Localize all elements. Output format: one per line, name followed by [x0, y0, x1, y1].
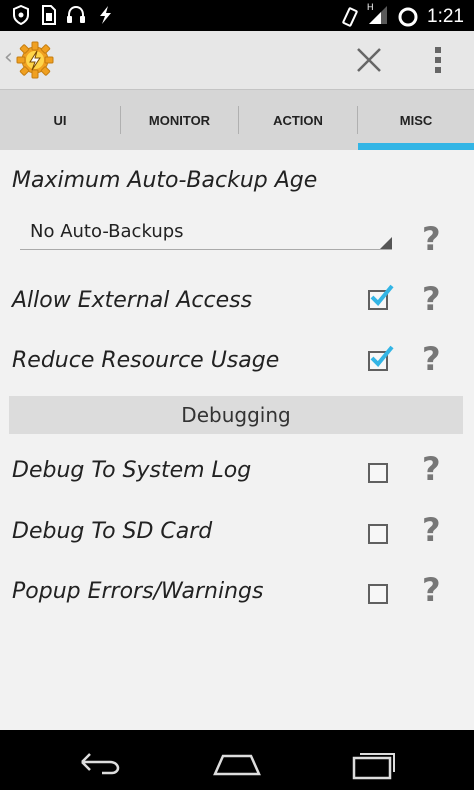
back-chevron-icon[interactable]: ‹ [4, 45, 13, 70]
signal-indicator: H [367, 2, 389, 30]
tab-action[interactable]: ACTION [239, 90, 357, 150]
tab-ui[interactable]: UI [0, 90, 120, 150]
debug-sd-card-help-icon[interactable]: ? [422, 511, 441, 549]
allow-external-access-checkbox[interactable] [368, 284, 394, 310]
debug-sd-card-checkbox[interactable] [368, 524, 388, 544]
allow-external-access-help-icon[interactable]: ? [422, 280, 441, 318]
clock: 1:21 [427, 6, 464, 27]
close-icon[interactable] [354, 45, 384, 75]
debug-system-log-checkbox[interactable] [368, 463, 388, 483]
notification-icons [12, 5, 114, 25]
max-backup-age-help-icon[interactable]: ? [422, 220, 441, 258]
max-backup-age-label: Maximum Auto-Backup Age [12, 168, 318, 193]
bolt-icon [100, 6, 111, 24]
overflow-menu-icon[interactable] [430, 45, 446, 75]
max-backup-age-dropdown[interactable]: No Auto-Backups [20, 220, 392, 250]
navigation-bar [0, 730, 474, 790]
debugging-section-header: Debugging [9, 396, 463, 434]
tab-monitor[interactable]: MONITOR [121, 90, 238, 150]
reduce-resource-usage-help-icon[interactable]: ? [422, 340, 441, 378]
dropdown-arrow-icon [380, 237, 392, 249]
debugging-section-title: Debugging [181, 403, 291, 427]
checkmark-icon [370, 345, 394, 367]
popup-errors-checkbox[interactable] [368, 584, 388, 604]
selected-tab-indicator [358, 143, 474, 150]
vibrate-icon [342, 7, 358, 27]
reduce-resource-usage-label: Reduce Resource Usage [12, 348, 280, 373]
sim-icon [42, 5, 56, 25]
nav-back-icon[interactable] [68, 742, 128, 782]
reduce-resource-usage-checkbox[interactable] [368, 345, 394, 371]
popup-errors-label: Popup Errors/Warnings [12, 579, 264, 604]
allow-external-access-label: Allow External Access [12, 288, 253, 313]
headphones-icon [67, 5, 85, 23]
debug-system-log-label: Debug To System Log [12, 458, 252, 483]
status-bar: H 1:21 [0, 0, 474, 31]
shield-icon [13, 5, 29, 25]
signal-badge: H [367, 2, 374, 12]
debug-system-log-help-icon[interactable]: ? [422, 450, 441, 488]
alarm-icon [398, 7, 418, 27]
max-backup-age-value: No Auto-Backups [30, 221, 184, 242]
tab-misc[interactable]: MISC [358, 90, 474, 150]
nav-home-icon[interactable] [207, 742, 267, 782]
popup-errors-help-icon[interactable]: ? [422, 571, 441, 609]
debug-sd-card-label: Debug To SD Card [12, 519, 213, 544]
system-icons: H 1:21 [341, 2, 464, 30]
misc-settings-panel: Maximum Auto-Backup Age No Auto-Backups … [0, 150, 474, 730]
tab-bar: UI MONITOR ACTION MISC [0, 89, 474, 150]
action-bar: ‹ [0, 31, 474, 89]
checkmark-icon [370, 284, 394, 306]
nav-recents-icon[interactable] [346, 742, 406, 782]
tasker-logo-icon[interactable] [16, 41, 54, 79]
